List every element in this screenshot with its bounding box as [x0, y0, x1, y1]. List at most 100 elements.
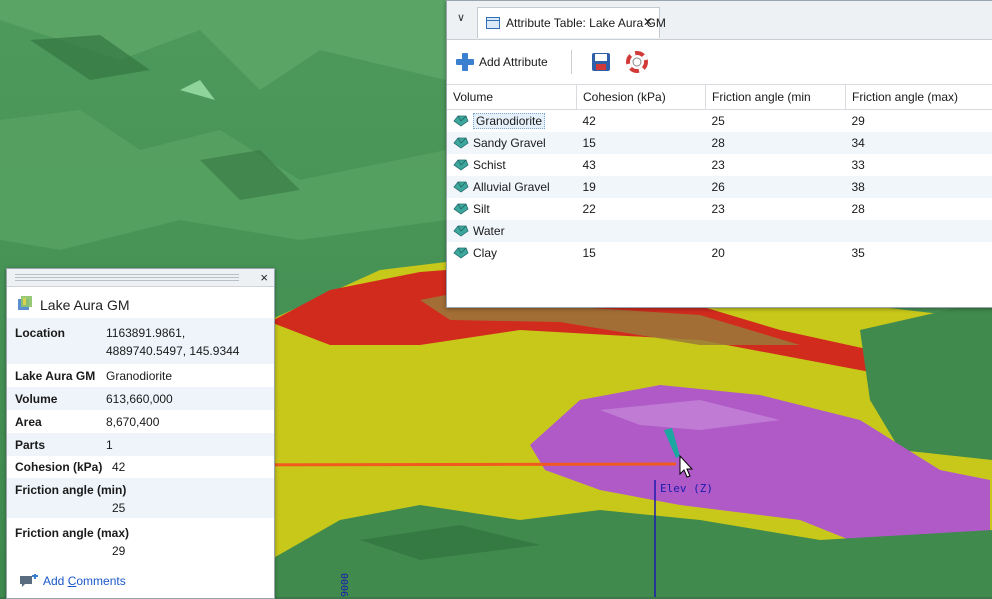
cell-cohesion[interactable]: 22	[577, 198, 706, 220]
table-row[interactable]: Granodiorite 422529	[447, 110, 992, 133]
cell-cohesion[interactable]: 15	[577, 242, 706, 264]
tab-menu-chevron-icon[interactable]: ∨	[453, 11, 469, 27]
property-value: 4889740.5497, 145.9344	[106, 344, 239, 358]
cell-cohesion[interactable]	[577, 220, 706, 242]
property-label: Cohesion (kPa)	[15, 460, 102, 474]
table-row[interactable]: Clay 152035	[447, 242, 992, 264]
panel-close-icon[interactable]: ×	[260, 270, 268, 285]
property-label: Volume	[15, 392, 57, 406]
cell-cohesion[interactable]: 43	[577, 154, 706, 176]
axis-label: Elev (Z)	[660, 482, 713, 495]
property-label: Lake Aura GM	[15, 369, 95, 383]
volume-name: Water	[473, 224, 505, 238]
tab-attribute-table[interactable]: Attribute Table: Lake Aura GM ✕	[477, 7, 660, 38]
property-value: 8,670,400	[106, 415, 159, 429]
geology-model-icon	[17, 295, 33, 311]
property-label: Friction angle (min)	[15, 483, 126, 497]
cell-volume[interactable]: Clay	[447, 242, 577, 264]
table-icon	[486, 17, 500, 29]
volume-name: Granodiorite	[473, 113, 545, 129]
help-lifebuoy-icon[interactable]	[626, 51, 648, 73]
toolbar: Add Attribute	[447, 40, 992, 85]
cell-cohesion[interactable]: 19	[577, 176, 706, 198]
add-attribute-label: Add Attribute	[479, 55, 548, 69]
attribute-table-window: ∨ Attribute Table: Lake Aura GM ✕ Add At…	[446, 0, 992, 308]
gem-volume-icon	[453, 181, 469, 193]
property-row-area: Area 8,670,400	[7, 410, 274, 433]
cell-friction-min[interactable]: 20	[706, 242, 846, 264]
cell-volume[interactable]: Alluvial Gravel	[447, 176, 577, 198]
gem-volume-icon	[453, 247, 469, 259]
gem-volume-icon	[453, 115, 469, 127]
cell-friction-max[interactable]: 33	[846, 154, 992, 176]
property-value: 1163891.9861,	[106, 326, 185, 340]
panel-title: Lake Aura GM	[40, 297, 130, 313]
toolbar-separator	[571, 50, 572, 74]
table-row[interactable]: Water	[447, 220, 992, 242]
property-value: 25	[112, 501, 125, 515]
panel-title-row: Lake Aura GM	[7, 287, 274, 317]
cell-friction-max[interactable]: 38	[846, 176, 992, 198]
table-row[interactable]: Silt 222328	[447, 198, 992, 220]
cell-friction-max[interactable]: 28	[846, 198, 992, 220]
property-row-model: Lake Aura GM Granodiorite	[7, 364, 274, 387]
save-icon[interactable]	[591, 52, 611, 72]
cell-cohesion[interactable]: 42	[577, 110, 706, 133]
panel-grip[interactable]: ×	[7, 269, 274, 287]
add-comments-label: Add Comments	[43, 574, 126, 588]
gem-volume-icon	[453, 225, 469, 237]
tab-close-icon[interactable]: ✕	[643, 15, 653, 29]
volume-name: Alluvial Gravel	[473, 180, 550, 194]
property-row-volume: Volume 613,660,000	[7, 387, 274, 410]
property-row-cohesion: Cohesion (kPa) 42	[7, 456, 274, 478]
tab-label: Attribute Table: Lake Aura GM	[506, 16, 666, 30]
property-value: 29	[112, 544, 125, 558]
cell-volume[interactable]: Water	[447, 220, 577, 242]
gem-volume-icon	[453, 137, 469, 149]
cell-volume[interactable]: Granodiorite	[447, 110, 577, 133]
cell-friction-min[interactable]: 25	[706, 110, 846, 133]
column-header-volume[interactable]: Volume	[447, 85, 577, 110]
cell-friction-min[interactable]: 26	[706, 176, 846, 198]
property-value: 1	[106, 438, 113, 452]
table-row[interactable]: Alluvial Gravel 192638	[447, 176, 992, 198]
cell-volume[interactable]: Sandy Gravel	[447, 132, 577, 154]
cell-friction-max[interactable]: 29	[846, 110, 992, 133]
volume-name: Sandy Gravel	[473, 136, 546, 150]
tab-strip: ∨ Attribute Table: Lake Aura GM ✕	[447, 1, 992, 40]
table-row[interactable]: Sandy Gravel 152834	[447, 132, 992, 154]
property-row-parts: Parts 1	[7, 433, 274, 456]
property-value: 42	[112, 460, 125, 474]
volume-name: Clay	[473, 246, 497, 260]
gem-volume-icon	[453, 159, 469, 171]
property-value: 613,660,000	[106, 392, 173, 406]
cell-friction-min[interactable]: 23	[706, 154, 846, 176]
property-row-location: Location 1163891.9861, 4889740.5497, 145…	[7, 318, 274, 364]
cell-volume[interactable]: Schist	[447, 154, 577, 176]
cell-cohesion[interactable]: 15	[577, 132, 706, 154]
property-row-friction-min: Friction angle (min) 25	[7, 478, 274, 518]
volume-name: Silt	[473, 202, 490, 216]
properties-panel: × Lake Aura GM Location 1163891.9861, 48…	[6, 268, 275, 599]
axis-tick-label: 9000	[340, 573, 351, 597]
column-header-cohesion[interactable]: Cohesion (kPa)	[577, 85, 706, 110]
property-label: Location	[15, 326, 65, 340]
cell-friction-min[interactable]: 23	[706, 198, 846, 220]
cell-friction-max[interactable]: 34	[846, 132, 992, 154]
property-label: Friction angle (max)	[15, 526, 129, 540]
cell-friction-max[interactable]: 35	[846, 242, 992, 264]
property-row-friction-max: Friction angle (max) 29	[7, 518, 274, 562]
add-comments-link[interactable]: Add Comments	[19, 574, 126, 588]
attribute-table: Volume Cohesion (kPa) Friction angle (mi…	[447, 85, 992, 264]
table-row[interactable]: Schist432333	[447, 154, 992, 176]
column-header-friction-min[interactable]: Friction angle (min	[706, 85, 846, 110]
property-value: Granodiorite	[106, 369, 172, 383]
cell-volume[interactable]: Silt	[447, 198, 577, 220]
cell-friction-min[interactable]	[706, 220, 846, 242]
cell-friction-max[interactable]	[846, 220, 992, 242]
add-attribute-button[interactable]: Add Attribute	[455, 51, 548, 73]
gem-volume-icon	[453, 203, 469, 215]
property-label: Area	[15, 415, 42, 429]
column-header-friction-max[interactable]: Friction angle (max)	[846, 85, 992, 110]
cell-friction-min[interactable]: 28	[706, 132, 846, 154]
